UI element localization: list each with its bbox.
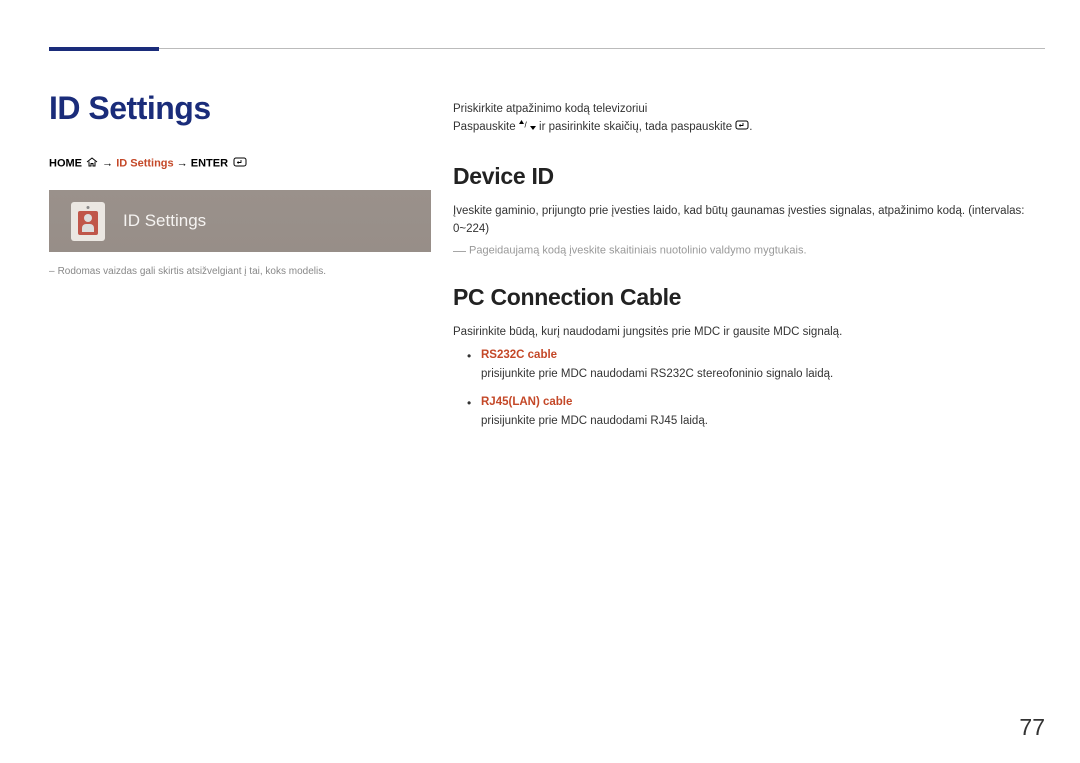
intro-line-2c: . bbox=[749, 122, 752, 134]
intro-line-1: Priskirkite atpažinimo kodą televizoriui bbox=[453, 100, 1033, 118]
nav-path: HOME → ID Settings → ENTER bbox=[49, 157, 434, 170]
left-column: ID Settings HOME → ID Settings → ENTER I… bbox=[49, 90, 434, 277]
hint-dash: ― bbox=[453, 243, 466, 258]
nav-home-label: HOME bbox=[49, 157, 82, 169]
nav-arrow-1: → bbox=[102, 157, 113, 169]
intro-text: Priskirkite atpažinimo kodą televizoriui… bbox=[453, 100, 1033, 137]
svg-text:/: / bbox=[524, 121, 527, 130]
id-card-icon bbox=[71, 202, 105, 241]
enter-icon-inline bbox=[735, 118, 749, 136]
device-id-title: Device ID bbox=[453, 163, 1033, 190]
enter-icon bbox=[233, 157, 247, 170]
cable-name: RS232C cable bbox=[481, 347, 1033, 364]
screenshot-panel: ID Settings bbox=[49, 190, 431, 252]
top-border-line bbox=[49, 48, 1045, 49]
top-border-accent bbox=[49, 47, 159, 51]
device-id-body: Įveskite gaminio, prijungto prie įvestie… bbox=[453, 202, 1033, 239]
intro-line-2: Paspauskite / ir pasirinkite skaičių, ta… bbox=[453, 118, 1033, 137]
up-down-arrow-icon: / bbox=[519, 118, 536, 136]
intro-line-2b: ir pasirinkite skaičių, tada paspauskite bbox=[536, 122, 735, 134]
cable-list: RS232C cable prisijunkite prie MDC naudo… bbox=[453, 347, 1033, 430]
cable-desc: prisijunkite prie MDC naudodami RS232C s… bbox=[481, 368, 833, 380]
cable-desc: prisijunkite prie MDC naudodami RJ45 lai… bbox=[481, 415, 708, 427]
note-dash: – bbox=[49, 266, 55, 277]
list-item: RJ45(LAN) cable prisijunkite prie MDC na… bbox=[453, 394, 1033, 431]
nav-current-page: ID Settings bbox=[116, 157, 173, 169]
screenshot-label: ID Settings bbox=[123, 211, 206, 231]
intro-line-2a: Paspauskite bbox=[453, 122, 519, 134]
home-icon bbox=[86, 157, 98, 170]
main-title: ID Settings bbox=[49, 90, 434, 127]
device-id-hint: ―Pageidaujamą kodą įveskite skaitiniais … bbox=[453, 243, 1033, 258]
device-id-hint-text: Pageidaujamą kodą įveskite skaitiniais n… bbox=[469, 244, 807, 256]
image-note-text: Rodomas vaizdas gali skirtis atsižvelgia… bbox=[58, 266, 326, 277]
list-item: RS232C cable prisijunkite prie MDC naudo… bbox=[453, 347, 1033, 384]
pc-cable-title: PC Connection Cable bbox=[453, 284, 1033, 311]
image-disclaimer-note: –Rodomas vaizdas gali skirtis atsižvelgi… bbox=[49, 266, 434, 277]
nav-enter-label: ENTER bbox=[191, 157, 228, 169]
page-number: 77 bbox=[1019, 714, 1045, 741]
pc-cable-body: Pasirinkite būdą, kurį naudodami jungsit… bbox=[453, 323, 1033, 341]
cable-name: RJ45(LAN) cable bbox=[481, 394, 1033, 411]
right-column: Priskirkite atpažinimo kodą televizoriui… bbox=[453, 100, 1033, 440]
nav-arrow-2: → bbox=[177, 157, 188, 169]
